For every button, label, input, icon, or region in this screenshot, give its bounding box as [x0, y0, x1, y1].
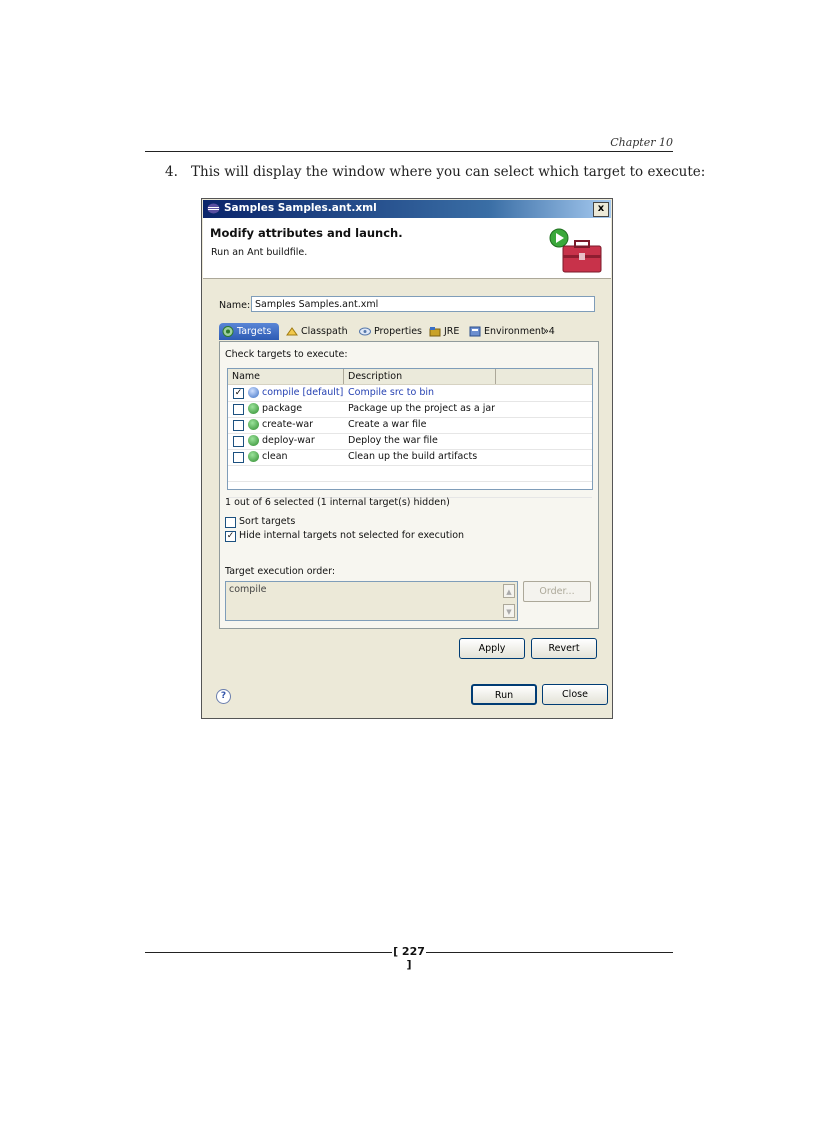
- table-row[interactable]: package Package up the project as a jar: [228, 401, 592, 418]
- table-row: [228, 465, 592, 482]
- run-button[interactable]: Run: [471, 684, 537, 705]
- name-label: Name:: [219, 300, 251, 311]
- target-name: package: [262, 403, 303, 414]
- tab-properties[interactable]: Properties: [356, 323, 424, 340]
- target-description: Deploy the war file: [348, 435, 438, 446]
- table-row[interactable]: create-war Create a war file: [228, 417, 592, 434]
- scroll-up-icon[interactable]: ▲: [503, 584, 515, 598]
- target-description: Compile src to bin: [348, 387, 435, 398]
- help-icon[interactable]: ?: [216, 689, 231, 704]
- target-name: compile [default]: [262, 387, 344, 398]
- eclipse-icon: [207, 203, 220, 214]
- column-header-description[interactable]: Description: [344, 369, 496, 384]
- table-row[interactable]: ✓ compile [default] Compile src to bin: [228, 385, 592, 402]
- step-text: This will display the window where you c…: [191, 164, 706, 180]
- target-checkbox[interactable]: [233, 420, 244, 431]
- revert-button[interactable]: Revert: [531, 638, 597, 659]
- target-description: Clean up the build artifacts: [348, 451, 478, 462]
- target-checkbox[interactable]: ✓: [233, 388, 244, 399]
- tab-label: Properties: [374, 326, 423, 337]
- targets-panel: Check targets to execute: Name Descripti…: [219, 341, 599, 629]
- sort-targets-label: Sort targets: [239, 516, 296, 527]
- step-number: 4.: [165, 164, 178, 180]
- ant-target-icon: [248, 435, 259, 446]
- tab-label: Environment: [484, 326, 545, 337]
- targets-table: Name Description ✓ compile [default] Compi…: [227, 368, 593, 498]
- table-header: Name Description: [228, 369, 592, 385]
- ant-target-icon: [248, 419, 259, 430]
- ant-target-icon: [248, 451, 259, 462]
- header-rule: [145, 151, 673, 152]
- table-row: [228, 481, 592, 498]
- target-name: deploy-war: [262, 435, 315, 446]
- close-button[interactable]: Close: [542, 684, 608, 705]
- execution-order-label: Target execution order:: [225, 566, 336, 577]
- tab-targets[interactable]: Targets: [219, 323, 279, 340]
- tab-jre[interactable]: JRE: [426, 323, 466, 340]
- table-row[interactable]: clean Clean up the build artifacts: [228, 449, 592, 466]
- targets-icon: [222, 326, 234, 337]
- environment-icon: [469, 326, 481, 337]
- title-bar[interactable]: Samples Samples.ant.xml x: [203, 200, 611, 218]
- close-window-button[interactable]: x: [593, 202, 609, 217]
- target-checkbox[interactable]: [233, 452, 244, 463]
- launch-config-dialog: Samples Samples.ant.xml x Modify attribu…: [201, 198, 613, 719]
- chapter-heading: Chapter 10: [610, 136, 673, 149]
- sort-targets-checkbox[interactable]: [225, 517, 236, 528]
- apply-button[interactable]: Apply: [459, 638, 525, 659]
- properties-icon: [359, 327, 371, 336]
- order-button[interactable]: Order...: [523, 581, 591, 602]
- scroll-down-icon[interactable]: ▼: [503, 604, 515, 618]
- footer-rule-left: [145, 952, 392, 953]
- page-number: [ 227 ]: [393, 945, 425, 971]
- tab-label: JRE: [444, 326, 460, 337]
- target-name: clean: [262, 451, 288, 462]
- hide-internal-label: Hide internal targets not selected for e…: [239, 530, 465, 541]
- dialog-title: Samples Samples.ant.xml: [224, 202, 377, 214]
- target-checkbox[interactable]: [233, 436, 244, 447]
- jre-icon: [429, 327, 441, 337]
- dialog-banner: Modify attributes and launch. Run an Ant…: [203, 218, 611, 279]
- tab-label: Targets: [237, 326, 272, 337]
- ant-target-icon: [248, 403, 259, 414]
- selection-status: 1 out of 6 selected (1 internal target(s…: [225, 497, 450, 508]
- more-tabs-button[interactable]: »4: [541, 323, 561, 340]
- target-description: Package up the project as a jar: [348, 403, 496, 414]
- footer-rule-right: [426, 952, 673, 953]
- hide-internal-checkbox[interactable]: ✓: [225, 531, 236, 542]
- target-name: create-war: [262, 419, 314, 430]
- check-targets-label: Check targets to execute:: [225, 349, 348, 360]
- banner-title: Modify attributes and launch.: [210, 226, 403, 240]
- tab-environment[interactable]: Environment: [466, 323, 545, 340]
- ant-toolbox-icon: [549, 228, 602, 273]
- tab-classpath[interactable]: Classpath: [283, 323, 353, 340]
- banner-subtitle: Run an Ant buildfile.: [211, 247, 308, 258]
- ant-target-icon: [248, 387, 259, 398]
- execution-order-value: compile: [229, 584, 267, 595]
- name-input[interactable]: Samples Samples.ant.xml: [251, 296, 595, 312]
- column-header-name[interactable]: Name: [228, 369, 344, 384]
- tab-strip: Targets Classpath Properties JRE Environ…: [219, 323, 599, 341]
- target-description: Create a war file: [348, 419, 427, 430]
- classpath-icon: [286, 327, 298, 336]
- target-checkbox[interactable]: [233, 404, 244, 415]
- execution-order-box[interactable]: compile ▲ ▼: [225, 581, 518, 621]
- table-row[interactable]: deploy-war Deploy the war file: [228, 433, 592, 450]
- tab-label: Classpath: [301, 326, 348, 337]
- step-paragraph: 4. This will display the window where you…: [165, 164, 705, 180]
